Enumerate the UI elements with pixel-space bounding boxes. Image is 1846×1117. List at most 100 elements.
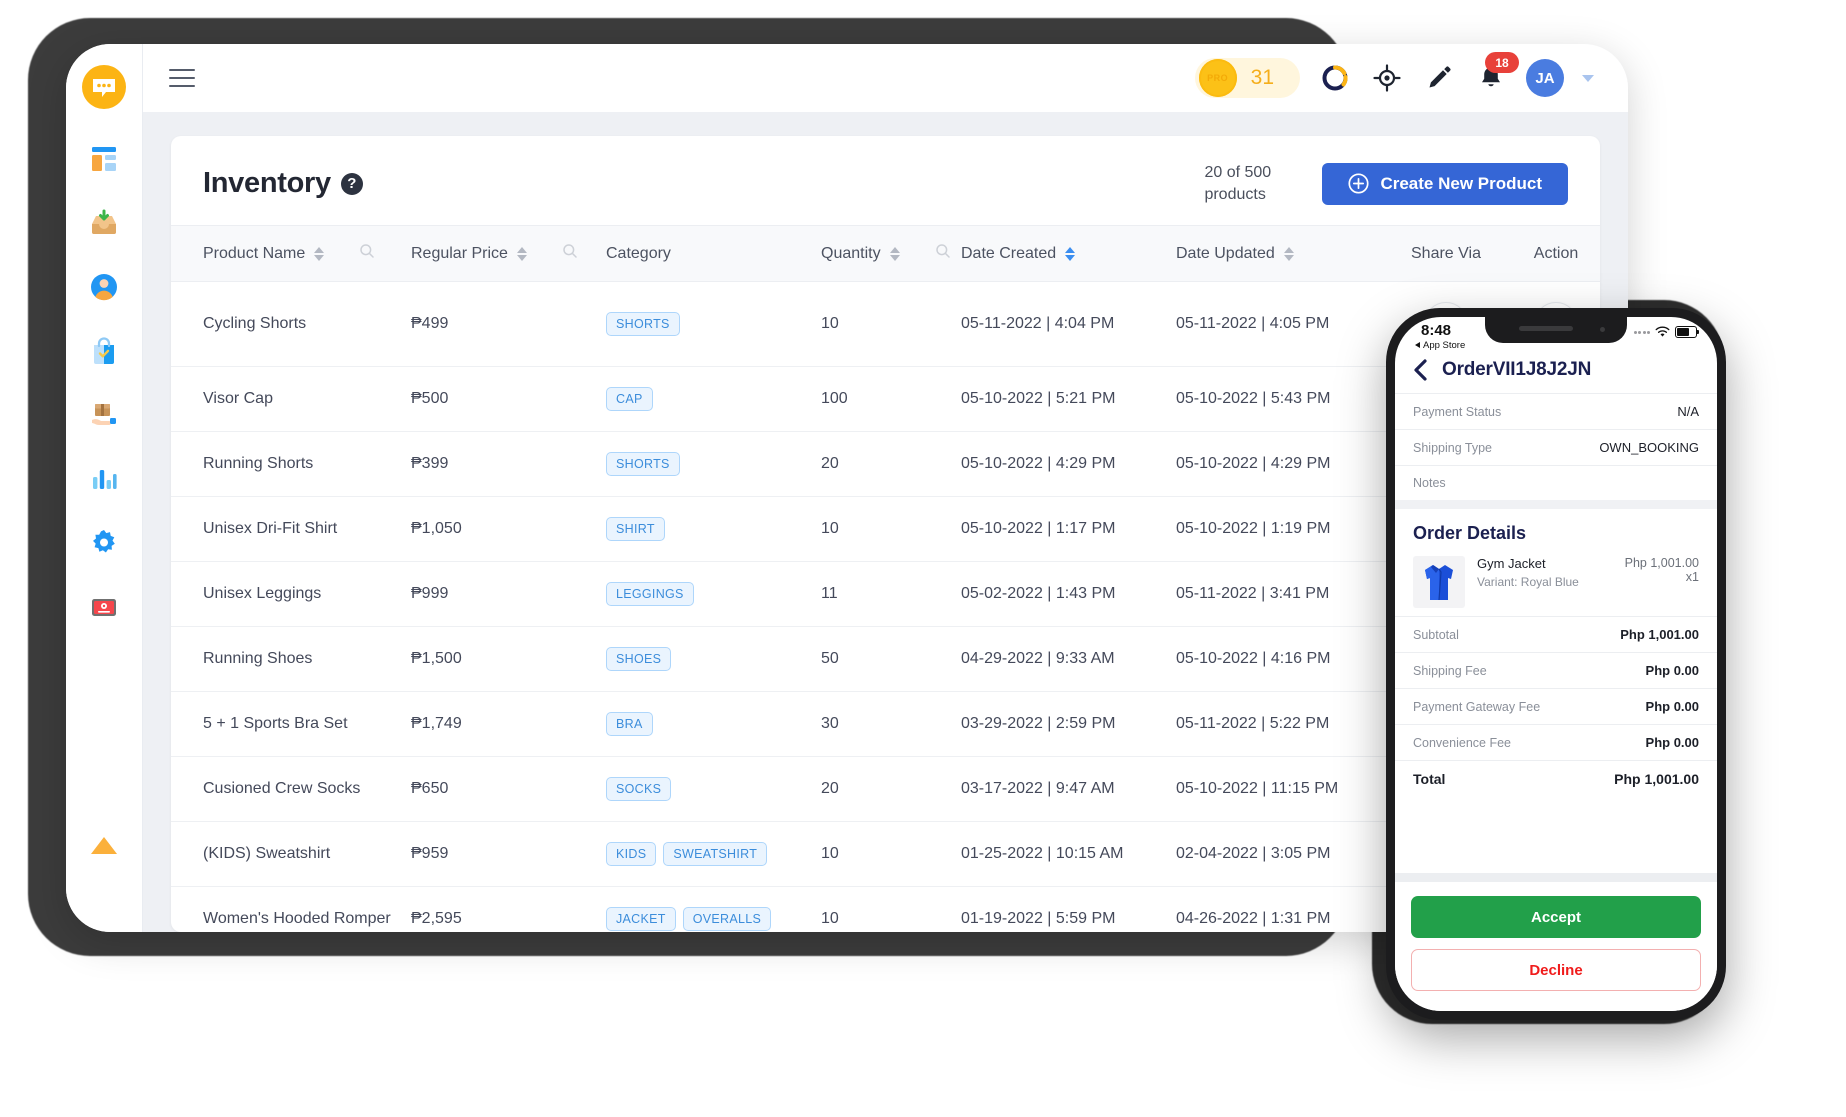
- order-total-row: Total Php 1,001.00: [1395, 760, 1717, 797]
- cell-quantity: 20: [821, 756, 961, 823]
- pro-credits-pill[interactable]: PRO 31: [1194, 58, 1300, 98]
- cell-date-created: 05-10-2022 | 4:29 PM: [961, 431, 1176, 498]
- pro-coin-icon: PRO: [1198, 59, 1237, 97]
- order-info-key: Notes: [1413, 476, 1446, 490]
- order-summary-row: Convenience Fee Php 0.00: [1395, 724, 1717, 760]
- sidebar: [66, 44, 143, 932]
- sidebar-item-shop[interactable]: [81, 328, 127, 374]
- category-tag: SHOES: [606, 647, 672, 672]
- column-header-created[interactable]: Date Created: [961, 225, 1176, 283]
- return-to-app-link[interactable]: App Store: [1415, 340, 1465, 351]
- cell-regular-price: ₱1,050: [411, 496, 606, 563]
- sidebar-item-tutorials[interactable]: [81, 584, 127, 630]
- create-new-product-label: Create New Product: [1380, 173, 1542, 193]
- cell-date-updated: 05-10-2022 | 11:15 PM: [1176, 756, 1391, 823]
- sidebar-item-customers[interactable]: [81, 264, 127, 310]
- hamburger-menu-icon[interactable]: [169, 69, 195, 87]
- column-search-icon[interactable]: [935, 243, 951, 259]
- cell-quantity: 30: [821, 691, 961, 758]
- category-tag: BRA: [606, 712, 653, 737]
- column-search-icon[interactable]: [359, 243, 375, 259]
- back-chevron-icon[interactable]: [1413, 359, 1428, 381]
- sort-toggle-icon[interactable]: [1065, 246, 1076, 261]
- category-tag: OVERALLS: [682, 907, 772, 932]
- cell-category: SOCKS: [606, 756, 821, 823]
- cell-quantity: 10: [821, 886, 961, 932]
- category-tag: LEGGINGS: [606, 582, 694, 607]
- sidebar-item-analytics[interactable]: [81, 456, 127, 502]
- sidebar-item-inbox[interactable]: [81, 200, 127, 246]
- sidebar-item-orders[interactable]: [81, 392, 127, 438]
- cell-regular-price: ₱959: [411, 821, 606, 888]
- avatar[interactable]: JA: [1526, 59, 1564, 97]
- edit-pencil-icon[interactable]: [1422, 61, 1456, 95]
- chat-logo-icon[interactable]: [81, 64, 127, 110]
- cell-date-updated: 05-11-2022 | 3:41 PM: [1176, 561, 1391, 628]
- cell-date-created: 01-19-2022 | 5:59 PM: [961, 886, 1176, 932]
- sidebar-collapse-caret-icon[interactable]: [91, 837, 117, 854]
- phone-device-frame: 8:48 App Store OrderVII1J8J2JN Payment S…: [1386, 308, 1726, 1020]
- cell-quantity: 50: [821, 626, 961, 693]
- notifications-bell-icon[interactable]: 18: [1474, 52, 1519, 95]
- phone-nav-bar: OrderVII1J8J2JN: [1395, 355, 1717, 393]
- cell-regular-price: ₱999: [411, 561, 606, 628]
- cell-regular-price: ₱1,500: [411, 626, 606, 693]
- column-header-updated[interactable]: Date Updated: [1176, 225, 1391, 283]
- column-header-name[interactable]: Product Name: [171, 225, 411, 283]
- column-label: Regular Price: [411, 244, 508, 262]
- chevron-down-icon[interactable]: [1582, 74, 1594, 82]
- cell-quantity: 10: [821, 281, 961, 368]
- summary-value: Php 0.00: [1645, 663, 1699, 678]
- order-info-list: Payment Status N/A Shipping Type OWN_BOOKIN…: [1395, 393, 1717, 500]
- category-tag: SOCKS: [606, 777, 672, 802]
- cell-category: CAP: [606, 366, 821, 433]
- order-summary-row: Payment Gateway Fee Php 0.00: [1395, 688, 1717, 724]
- cell-category: BRA: [606, 691, 821, 758]
- cell-date-created: 05-10-2022 | 1:17 PM: [961, 496, 1176, 563]
- cell-category: KIDS SWEATSHIRT: [606, 821, 821, 888]
- sort-toggle-icon[interactable]: [1283, 246, 1294, 261]
- cell-quantity: 10: [821, 496, 961, 563]
- column-label: Share Via: [1411, 244, 1481, 262]
- order-line-item[interactable]: Gym Jacket Variant: Royal Blue Php 1,001…: [1413, 556, 1699, 608]
- progress-ring-icon[interactable]: [1318, 61, 1352, 95]
- summary-value: Php 1,001.00: [1620, 627, 1699, 642]
- column-label: Date Created: [961, 244, 1057, 262]
- decline-button[interactable]: Decline: [1411, 949, 1701, 991]
- cell-date-created: 03-17-2022 | 9:47 AM: [961, 756, 1176, 823]
- column-header-price[interactable]: Regular Price: [411, 225, 606, 283]
- cell-regular-price: ₱500: [411, 366, 606, 433]
- cell-quantity: 10: [821, 821, 961, 888]
- column-header-quantity[interactable]: Quantity: [821, 225, 961, 283]
- plus-circle-icon: [1348, 173, 1370, 194]
- status-time: 8:48: [1421, 322, 1452, 339]
- cell-date-created: 05-11-2022 | 4:04 PM: [961, 281, 1176, 368]
- help-icon[interactable]: ?: [340, 172, 363, 195]
- sidebar-item-settings[interactable]: [81, 520, 127, 566]
- order-id-title: OrderVII1J8J2JN: [1442, 359, 1592, 380]
- cell-product-name: Unisex Leggings: [171, 561, 411, 628]
- cell-product-name: Running Shorts: [171, 431, 411, 498]
- category-tag: SHIRT: [606, 517, 665, 542]
- sidebar-item-dashboard[interactable]: [81, 136, 127, 182]
- cell-regular-price: ₱1,749: [411, 691, 606, 758]
- order-info-value: N/A: [1677, 404, 1699, 419]
- cell-date-updated: 02-04-2022 | 3:05 PM: [1176, 821, 1391, 888]
- product-variant: Variant: Royal Blue: [1477, 575, 1579, 589]
- create-new-product-button[interactable]: Create New Product: [1322, 162, 1568, 205]
- sort-toggle-icon[interactable]: [314, 246, 325, 261]
- cell-date-created: 05-02-2022 | 1:43 PM: [961, 561, 1176, 628]
- accept-button[interactable]: Accept: [1411, 896, 1701, 938]
- column-search-icon[interactable]: [562, 243, 578, 259]
- cell-category: SHORTS: [606, 431, 821, 498]
- column-label: Category: [606, 244, 671, 262]
- order-details-section: Order Details Gym Jacket Variant: Royal …: [1395, 500, 1717, 616]
- column-label: Date Updated: [1176, 244, 1275, 262]
- category-tag: SWEATSHIRT: [663, 842, 768, 867]
- product-price: Php 1,001.00: [1624, 556, 1699, 570]
- inventory-header: Inventory ? 20 of 500 products Create Ne…: [171, 136, 1600, 225]
- sort-toggle-icon[interactable]: [889, 246, 900, 261]
- sort-toggle-icon[interactable]: [516, 246, 527, 261]
- summary-value: Php 1,001.00: [1614, 771, 1699, 787]
- target-icon[interactable]: [1370, 61, 1404, 95]
